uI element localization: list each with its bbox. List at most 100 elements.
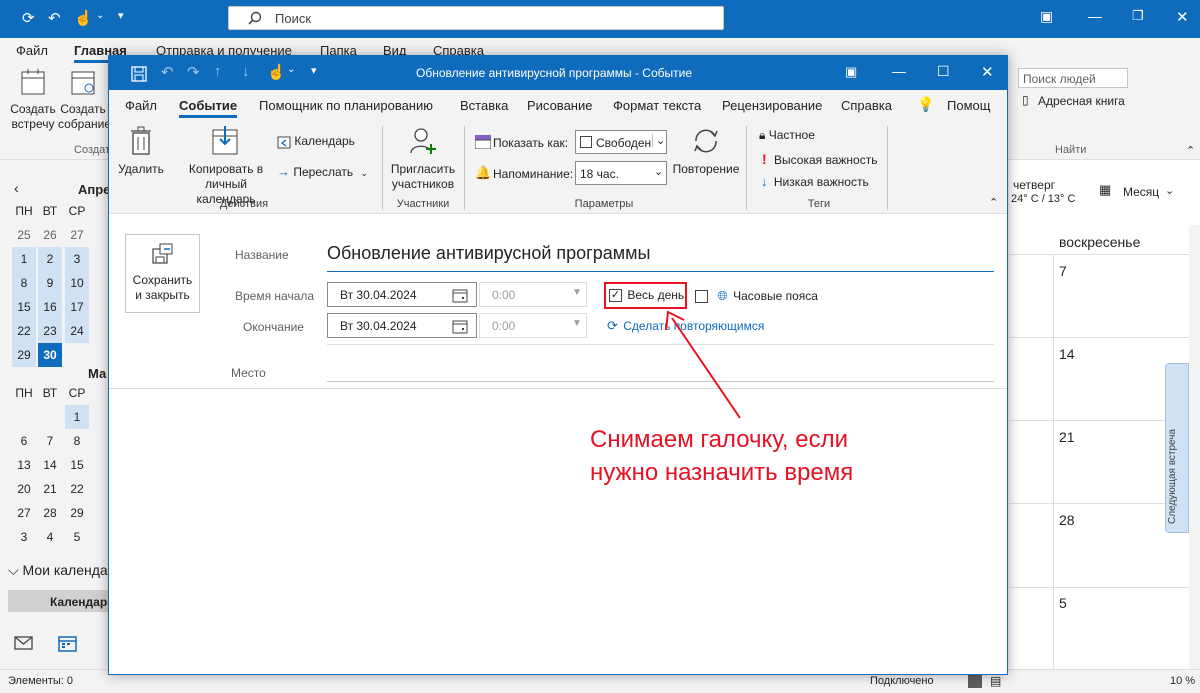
subject-input[interactable]: Обновление антивирусной программы xyxy=(327,239,994,272)
restore-icon[interactable]: ❐ xyxy=(1132,8,1144,24)
close-icon[interactable]: ✕ xyxy=(981,63,994,81)
sunday-date[interactable]: 7 xyxy=(1059,263,1067,279)
tab-file[interactable]: Файл xyxy=(125,98,157,113)
mini-calendar-day[interactable]: 15 xyxy=(12,295,36,319)
make-recurring-link[interactable]: ⟳ Сделать повторяющимся xyxy=(607,318,764,334)
mini-calendar-day[interactable]: 1 xyxy=(65,405,89,429)
ribbon-display-icon[interactable]: ▣ xyxy=(1040,8,1053,25)
all-day-checkbox[interactable]: ✓ Весь день xyxy=(609,288,684,303)
mini-calendar-day[interactable]: 29 xyxy=(65,501,89,525)
mini-calendar-day[interactable]: 29 xyxy=(12,343,36,367)
mini-calendar-day[interactable]: 1 xyxy=(12,247,36,271)
mini-calendar-day[interactable]: 2 xyxy=(38,247,62,271)
new-appointment-button[interactable]: Создать встречу xyxy=(8,68,58,132)
timezones-button[interactable]: 🌐︎ Часовые пояса xyxy=(695,288,818,304)
mini-calendar-day[interactable]: 20 xyxy=(12,477,36,501)
tab-draw[interactable]: Рисование xyxy=(527,98,592,113)
mini-calendar-day[interactable]: 8 xyxy=(65,429,89,453)
start-time-select[interactable]: 0:00 ▼ xyxy=(479,282,587,307)
sunday-date[interactable]: 28 xyxy=(1059,512,1075,528)
location-input[interactable] xyxy=(327,356,994,382)
mini-calendar-day[interactable]: 27 xyxy=(65,223,89,247)
mini-calendar-day[interactable]: 3 xyxy=(65,247,89,271)
end-time-select[interactable]: 0:00 ▼ xyxy=(479,313,587,338)
new-meeting-button[interactable]: Создать собрание xyxy=(58,68,111,132)
mini-calendar-day[interactable]: 8 xyxy=(12,271,36,295)
mini-calendar-day[interactable]: 5 xyxy=(65,525,89,549)
menu-file[interactable]: Файл xyxy=(16,43,48,58)
mini-calendar-day[interactable]: 27 xyxy=(12,501,36,525)
tab-format-text[interactable]: Формат текста xyxy=(613,98,701,113)
sunday-date[interactable]: 5 xyxy=(1059,595,1067,611)
tab-event[interactable]: Событие xyxy=(179,98,238,118)
low-importance-button[interactable]: ↓ Низкая важность xyxy=(759,174,869,189)
sunday-date[interactable]: 14 xyxy=(1059,346,1075,362)
date-picker-icon[interactable] xyxy=(452,319,468,334)
mini-calendar-day[interactable]: 13 xyxy=(12,453,36,477)
reminder-select[interactable]: 18 час. ⌄ xyxy=(575,161,667,185)
search-box[interactable]: Поиск xyxy=(228,6,724,30)
mini-calendar-day[interactable]: 30 xyxy=(38,343,62,367)
next-meeting-tab[interactable]: Следующая встреча xyxy=(1165,363,1189,533)
mini-calendar-day[interactable]: 6 xyxy=(12,429,36,453)
calendar-list-item[interactable]: Календарь xyxy=(8,590,115,612)
save-and-close-button[interactable]: Сохранить и закрыть xyxy=(125,234,200,313)
invite-attendees-button[interactable]: Пригласить участников xyxy=(387,126,459,192)
mini-calendar-day[interactable]: 22 xyxy=(12,319,36,343)
mini-calendar-day[interactable]: 23 xyxy=(38,319,62,343)
address-book-link[interactable]: Адресная книга xyxy=(1038,94,1125,108)
touch-mode-icon[interactable]: ☝ xyxy=(74,9,93,27)
mini-calendar-day[interactable]: 17 xyxy=(65,295,89,319)
close-icon[interactable]: ✕ xyxy=(1176,8,1189,26)
high-importance-button[interactable]: ! Высокая важность xyxy=(759,151,877,167)
mini-calendar-day[interactable]: 16 xyxy=(38,295,62,319)
vertical-scrollbar[interactable] xyxy=(1189,225,1200,669)
view-chevron-down-icon[interactable]: ⌄ xyxy=(1165,184,1174,197)
normal-view-icon[interactable] xyxy=(968,674,982,688)
tab-tell-me[interactable]: Помощ xyxy=(947,98,990,113)
forward-button[interactable]: → Переслать ⌄ xyxy=(277,164,368,179)
mini-calendar-day[interactable]: 7 xyxy=(38,429,62,453)
mail-icon[interactable] xyxy=(14,635,34,651)
mini-calendar-day[interactable]: 4 xyxy=(38,525,62,549)
mini-calendar-day[interactable]: 22 xyxy=(65,477,89,501)
delete-button[interactable]: Удалить xyxy=(117,126,165,176)
ribbon-display-icon[interactable]: ▣ xyxy=(845,64,857,80)
event-body-editor[interactable] xyxy=(109,389,1007,674)
mini-calendar-day[interactable]: 24 xyxy=(65,319,89,343)
view-month-selector[interactable]: Месяц xyxy=(1123,185,1159,199)
mini-calendar-day[interactable]: 26 xyxy=(38,223,62,247)
sync-icon[interactable]: ⟳ xyxy=(22,9,35,27)
tab-insert[interactable]: Вставка xyxy=(460,98,508,113)
minimize-icon[interactable]: — xyxy=(892,63,906,79)
collapse-ribbon-icon[interactable]: ⌃ xyxy=(989,196,998,209)
my-calendars-header[interactable]: ⌵ Мои календа xyxy=(8,562,108,579)
private-button[interactable]: 🔒︎ Частное xyxy=(759,128,815,143)
customize-qat-icon[interactable]: ▾ xyxy=(118,9,124,22)
mini-calendar-day[interactable]: 3 xyxy=(12,525,36,549)
mini-calendar-day[interactable]: 28 xyxy=(38,501,62,525)
mini-calendar-day[interactable]: 21 xyxy=(38,477,62,501)
copy-to-personal-button[interactable]: Копировать в личный календарь xyxy=(175,126,277,207)
show-as-select[interactable]: Свободен ⌄ xyxy=(575,130,667,154)
tab-review[interactable]: Рецензирование xyxy=(722,98,822,113)
end-date-input[interactable]: Вт 30.04.2024 xyxy=(327,313,477,338)
mini-calendar-day[interactable]: 25 xyxy=(12,223,36,247)
dropdown-chevron-icon[interactable]: ⌄ xyxy=(96,10,104,21)
tab-scheduling-assistant[interactable]: Помощник по планированию xyxy=(259,98,433,113)
reading-view-icon[interactable]: ▤ xyxy=(990,674,1001,688)
mini-calendar-day[interactable]: 14 xyxy=(38,453,62,477)
calendar-nav-icon[interactable] xyxy=(58,634,78,652)
date-picker-icon[interactable] xyxy=(452,288,468,303)
people-search-input[interactable]: Поиск людей xyxy=(1018,68,1128,88)
minimize-icon[interactable]: — xyxy=(1088,8,1102,24)
ribbon-collapse-icon[interactable]: ⌃ xyxy=(1186,144,1195,157)
mini-calendar-day[interactable]: 10 xyxy=(65,271,89,295)
recurrence-button[interactable]: Повторение xyxy=(671,126,741,176)
start-date-input[interactable]: Вт 30.04.2024 xyxy=(327,282,477,307)
maximize-icon[interactable]: ☐ xyxy=(937,63,950,80)
calendar-button[interactable]: Календарь xyxy=(277,134,355,149)
mini-calendar-day[interactable]: 9 xyxy=(38,271,62,295)
undo-icon[interactable]: ↶ xyxy=(48,9,61,27)
mini-calendar-day[interactable]: 15 xyxy=(65,453,89,477)
